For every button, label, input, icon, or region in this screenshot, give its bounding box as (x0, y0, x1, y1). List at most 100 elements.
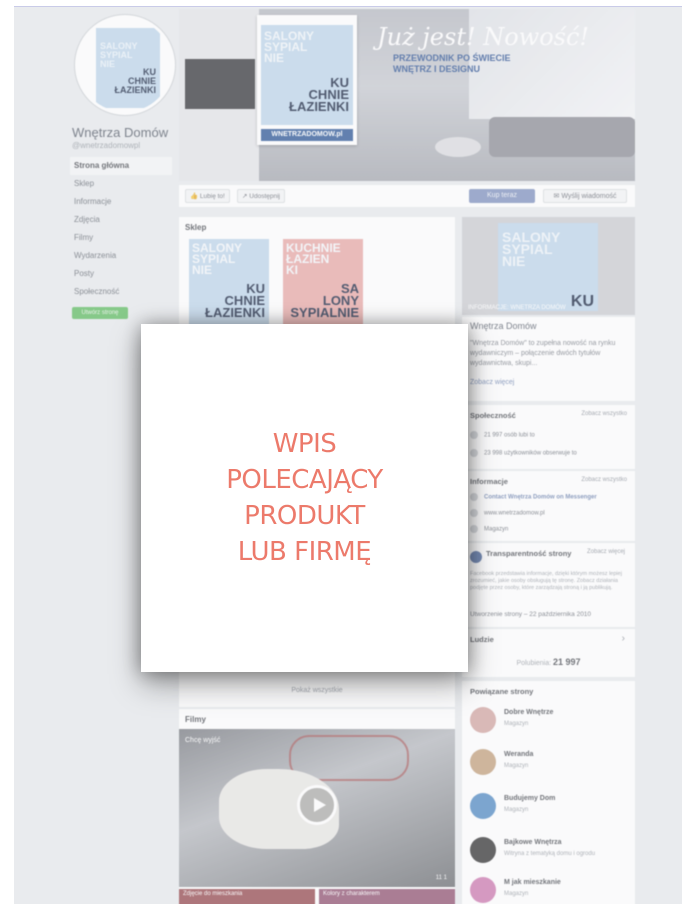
related-page-avatar (470, 707, 496, 733)
people-title: Ludzie (470, 635, 494, 644)
related-page-avatar (470, 877, 496, 903)
related-page-item[interactable]: Budujemy Dom Magazyn (470, 789, 630, 829)
about-magazine-top: SALONY SYPIAL NIE (502, 229, 561, 269)
product-2-bottom: SA LONY SYPIALNIE (290, 281, 359, 320)
page-handle: @wnetrzadomowpl (72, 141, 141, 150)
left-nav: Strona główna Sklep Informacje Zdjęcia F… (70, 157, 172, 301)
related-title: Powiązane strony (470, 687, 534, 696)
video-label: Chcę wyjść (185, 737, 221, 744)
cover-magazine: SALONY SYPIAL NIE KU CHNIE ŁAZIENKI WNETRZAD… (257, 15, 357, 145)
about-cover-caption: INFORMACJE: WNETRZA DOMÓW (468, 305, 566, 311)
nav-item-films[interactable]: Filmy (70, 229, 172, 247)
like-icon (470, 431, 478, 439)
buy-now-button[interactable]: Kup teraz (469, 189, 535, 203)
info-card: Informacje Zobacz wszystko Contact Wnętr… (462, 471, 635, 541)
like-button[interactable]: 👍 Lubię to! (185, 189, 230, 203)
about-card: Wnętrza Domów "Wnętrza Domów" to zupełna… (462, 317, 635, 401)
category-icon (470, 525, 478, 533)
community-title: Społeczność (470, 411, 516, 420)
profile-cover-top: SALONY SYPIAL NIE (100, 41, 138, 69)
website-link[interactable]: www.wnetrzadomow.pl (470, 509, 545, 517)
globe-icon (470, 509, 478, 517)
chevron-right-icon[interactable]: › (622, 633, 625, 644)
cover-magazine-art: SALONY SYPIAL NIE KU CHNIE ŁAZIENKI (261, 25, 353, 125)
shop-product-1[interactable]: SALONY SYPIAL NIE KU CHNIE ŁAZIENKI (189, 239, 269, 337)
about-cover-image[interactable]: SALONY SYPIAL NIE KU INFORMACJE: WNETRZA D… (462, 217, 635, 315)
profile-cover-bottom: KU CHNIE ŁAZIENKI (114, 67, 157, 95)
overlay-headline: WPIS POLECAJĄCY PRODUKT LUB FIRMĘ (226, 426, 383, 570)
nav-item-photos[interactable]: Zdjęcia (70, 211, 172, 229)
photos-see-all-link[interactable]: Pokaż wszystkie (179, 687, 455, 694)
related-page-item[interactable]: Dobre Wnętrze Magazyn (470, 703, 630, 743)
shop-card: Sklep SALONY SYPIAL NIE KU CHNIE ŁAZIENKI KU… (179, 217, 455, 337)
share-button[interactable]: ↗ Udostępnij (237, 189, 285, 203)
related-page-category: Witryna z tematyką domu i ogrodu (504, 851, 596, 857)
page-name[interactable]: Wnętrza Domów (72, 125, 168, 140)
transparency-see-more-link[interactable]: Zobacz więcej (587, 549, 625, 556)
create-page-button[interactable]: Utwórz stronę (72, 307, 128, 319)
community-see-all-link[interactable]: Zobacz wszystko (581, 411, 627, 417)
related-page-category: Magazyn (504, 721, 529, 727)
related-page-item[interactable]: Weranda Magazyn (470, 745, 630, 785)
video-thumbnails: Zdjęcie do mieszkania Kolory z charakter… (179, 889, 455, 904)
page-created-date: Utworzenie strony – 22 października 2010 (470, 611, 592, 618)
video-thumb-1[interactable]: Zdjęcie do mieszkania (179, 889, 315, 904)
cover-magazine-url: WNETRZADOMOW.pl (261, 129, 353, 141)
cover-tv (185, 59, 255, 109)
profile-picture[interactable]: SALONY SYPIAL NIE KU CHNIE ŁAZIENKI (75, 15, 175, 115)
about-magazine-bottom: KU (570, 293, 594, 310)
product-2-top: KUCHNIE ŁAZIEN KI (286, 241, 341, 277)
messenger-contact-link[interactable]: Contact Wnętrza Domów on Messenger (470, 493, 597, 501)
nav-item-home[interactable]: Strona główna (70, 157, 172, 175)
page-category: Magazyn (470, 525, 508, 533)
related-page-name: Bajkowe Wnętrza (504, 839, 562, 846)
about-name: Wnętrza Domów (470, 321, 537, 331)
related-page-category: Magazyn (504, 763, 529, 769)
related-page-avatar (470, 749, 496, 775)
about-description: "Wnętrza Domów" to zupełna nowość na ryn… (470, 340, 616, 367)
transparency-card: Transparentność strony Zobacz więcej Fac… (462, 543, 635, 627)
cover-magazine-bottom: KU CHNIE ŁAZIENKI (289, 75, 349, 114)
nav-item-posts[interactable]: Posty (70, 265, 172, 283)
people-likes: Polubienia: 21 997 (516, 657, 581, 667)
related-page-category: Magazyn (504, 891, 529, 897)
send-message-button[interactable]: ✉ Wyślij wiadomość (543, 189, 627, 203)
video-thumb-2[interactable]: Kolory z charakterem (319, 889, 455, 904)
video-player[interactable]: Chcę wyjść 11 1 (179, 729, 455, 887)
thumb-icon: 👍 (190, 193, 200, 200)
profile-magazine-cover: SALONY SYPIAL NIE KU CHNIE ŁAZIENKI (96, 28, 160, 108)
video-stats: 11 1 (435, 875, 447, 881)
cover-tagline: PRZEWODNIK PO ŚWIECIE WNĘTRZ I DESIGNU (393, 53, 511, 74)
people-card[interactable]: Ludzie › Polubienia: 21 997 (462, 629, 635, 677)
shop-title: Sklep (185, 223, 207, 232)
related-page-name: Dobre Wnętrze (504, 709, 554, 716)
info-see-all-link[interactable]: Zobacz wszystko (581, 477, 627, 483)
facebook-icon (470, 551, 482, 563)
nav-item-shop[interactable]: Sklep (70, 175, 172, 193)
shop-product-2[interactable]: KUCHNIE ŁAZIEN KI SA LONY SYPIALNIE (283, 239, 363, 337)
films-card: Filmy Chcę wyjść 11 1 Zdjęcie do mieszka… (179, 709, 455, 904)
related-page-category: Magazyn (504, 807, 529, 813)
related-page-avatar (470, 793, 496, 819)
transparency-title: Transparentność strony (486, 549, 572, 558)
product-1-bottom: KU CHNIE ŁAZIENKI (205, 281, 265, 320)
transparency-text: Facebook przedstawia informacje, dzięki … (470, 571, 622, 591)
community-follows: 23 998 użytkowników obserwuje to (470, 449, 577, 457)
overlay-line-4: LUB FIRMĘ (237, 537, 372, 567)
related-page-item[interactable]: Bajkowe Wnętrza Witryna z tematyką domu … (470, 833, 630, 873)
overlay-line-1: WPIS (272, 429, 337, 459)
related-pages-card: Powiązane strony Dobre Wnętrze Magazyn W… (462, 681, 635, 904)
community-card: Społeczność Zobacz wszystko 21 997 osób … (462, 405, 635, 469)
cover-photo[interactable]: SALONY SYPIAL NIE KU CHNIE ŁAZIENKI WNETRZAD… (179, 9, 635, 181)
nav-item-info[interactable]: Informacje (70, 193, 172, 211)
overlay-line-3: PRODUKT (244, 501, 365, 531)
info-title: Informacje (470, 477, 508, 486)
related-page-avatar (470, 837, 496, 863)
related-page-item[interactable]: M jak mieszkanie Magazyn (470, 873, 630, 904)
nav-item-community[interactable]: Społeczność (70, 283, 172, 301)
promo-overlay-card: WPIS POLECAJĄCY PRODUKT LUB FIRMĘ (141, 324, 468, 672)
films-title: Filmy (185, 715, 206, 724)
about-see-more-link[interactable]: Zobacz więcej (470, 379, 514, 386)
nav-item-events[interactable]: Wydarzenia (70, 247, 172, 265)
play-icon[interactable] (297, 785, 337, 825)
